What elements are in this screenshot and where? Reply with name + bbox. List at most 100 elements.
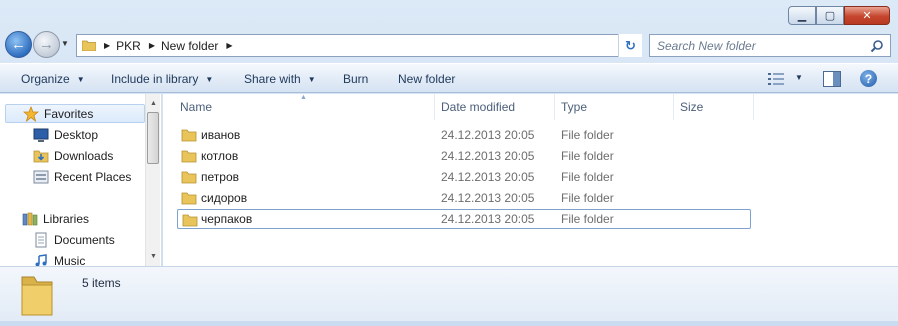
column-divider[interactable]	[434, 94, 435, 120]
nav-item-downloads[interactable]: Downloads	[33, 146, 113, 165]
table-row[interactable]: иванов 24.12.2013 20:05 File folder	[177, 125, 751, 145]
nav-item-desktop[interactable]: Desktop	[33, 125, 98, 144]
include-in-library-label: Include in library	[111, 72, 199, 86]
organize-label: Organize	[21, 72, 70, 86]
refresh-button[interactable]: ↻	[618, 34, 642, 57]
view-options-dropdown[interactable]: ▼	[795, 73, 803, 82]
file-type: File folder	[561, 191, 614, 205]
sort-ascending-icon: ▲	[300, 94, 307, 101]
nav-item-libraries[interactable]: Libraries	[22, 209, 89, 228]
share-with-menu[interactable]: Share with ▼	[244, 72, 316, 86]
explorer-window: ▁ ▢ ✕ ← → ▼ ▶ PKR ▶ New folder ▶ ▼ ↻ O	[0, 0, 898, 326]
file-list: ▲ Name Date modified Type Size иванов 24…	[163, 94, 898, 266]
forward-button[interactable]: →	[33, 31, 60, 58]
nav-label-music: Music	[54, 253, 86, 267]
include-in-library-menu[interactable]: Include in library ▼	[111, 72, 213, 86]
scrollbar-thumb[interactable]	[147, 112, 159, 164]
search-box[interactable]	[649, 34, 891, 57]
scroll-down-icon[interactable]: ▼	[146, 249, 161, 264]
recent-places-icon	[33, 170, 49, 183]
forward-arrow-icon: →	[39, 36, 54, 53]
column-divider[interactable]	[753, 94, 754, 120]
caption-buttons: ▁ ▢ ✕	[788, 6, 890, 25]
chevron-down-icon: ▼	[307, 75, 316, 84]
navigation-pane: Favorites Desktop Downloads Recent Place…	[0, 94, 162, 266]
file-date: 24.12.2013 20:05	[441, 170, 535, 184]
column-header-type[interactable]: Type	[561, 100, 587, 114]
folder-icon	[181, 150, 197, 163]
nav-label-documents: Documents	[54, 232, 115, 247]
search-icon[interactable]	[870, 39, 884, 53]
organize-menu[interactable]: Organize ▼	[21, 72, 85, 86]
file-type: File folder	[561, 128, 614, 142]
file-name: иванов	[201, 128, 241, 142]
column-header-size[interactable]: Size	[680, 100, 703, 114]
chevron-down-icon: ▼	[76, 75, 85, 84]
maximize-icon: ▢	[824, 10, 836, 22]
file-date: 24.12.2013 20:05	[441, 128, 535, 142]
table-row-focused[interactable]: черпаков 24.12.2013 20:05 File folder	[177, 209, 751, 229]
nav-label-favorites: Favorites	[44, 106, 94, 121]
breadcrumb-arrow-icon[interactable]: ▶	[149, 41, 155, 50]
libraries-icon	[22, 212, 38, 225]
nav-label-libraries: Libraries	[43, 211, 90, 226]
chevron-down-icon: ▼	[205, 75, 214, 84]
minimize-icon: ▁	[797, 10, 807, 22]
navigation-bar: ← → ▼ ▶ PKR ▶ New folder ▶ ▼ ↻	[0, 30, 898, 60]
nav-item-documents[interactable]: Documents	[33, 230, 115, 249]
nav-item-favorites[interactable]: Favorites	[5, 104, 145, 123]
desktop-icon	[33, 128, 49, 142]
file-date: 24.12.2013 20:05	[441, 149, 535, 163]
new-folder-button[interactable]: New folder	[398, 72, 455, 86]
item-count: 5 items	[82, 276, 121, 290]
breadcrumb-arrow-icon[interactable]: ▶	[226, 41, 232, 50]
file-name: петров	[201, 170, 239, 184]
preview-pane-icon[interactable]	[823, 71, 841, 87]
file-type: File folder	[561, 212, 614, 226]
breadcrumb-arrow-icon[interactable]: ▶	[104, 41, 110, 50]
folder-icon	[82, 40, 96, 51]
recent-pages-dropdown[interactable]: ▼	[61, 39, 69, 48]
column-header-name[interactable]: Name	[180, 100, 212, 114]
back-button[interactable]: ←	[5, 31, 32, 58]
file-type: File folder	[561, 149, 614, 163]
column-divider[interactable]	[554, 94, 555, 120]
share-with-label: Share with	[244, 72, 301, 86]
file-name: котлов	[201, 149, 239, 163]
navpane-scrollbar[interactable]: ▲ ▼	[145, 94, 160, 266]
table-row[interactable]: петров 24.12.2013 20:05 File folder	[177, 167, 751, 187]
nav-item-music[interactable]: Music	[33, 251, 85, 266]
documents-icon	[35, 232, 47, 247]
change-view-icon[interactable]	[768, 73, 784, 85]
column-header-date-modified[interactable]: Date modified	[441, 100, 515, 114]
folder-icon	[181, 192, 197, 205]
minimize-button[interactable]: ▁	[788, 6, 816, 25]
help-button[interactable]: ?	[860, 70, 877, 87]
close-icon: ✕	[862, 10, 872, 22]
breadcrumb-item[interactable]: New folder	[161, 39, 218, 53]
folder-icon	[181, 171, 197, 184]
file-date: 24.12.2013 20:05	[441, 212, 535, 226]
burn-button[interactable]: Burn	[343, 72, 368, 86]
breadcrumb-item[interactable]: PKR	[116, 39, 141, 53]
nav-item-recent-places[interactable]: Recent Places	[33, 167, 131, 186]
details-pane: 5 items	[0, 266, 898, 321]
scroll-up-icon[interactable]: ▲	[146, 96, 161, 111]
column-divider[interactable]	[673, 94, 674, 120]
file-name: сидоров	[201, 191, 248, 205]
address-bar[interactable]: ▶ PKR ▶ New folder ▶ ▼	[76, 34, 642, 57]
help-icon: ?	[864, 71, 873, 86]
nav-label-recent-places: Recent Places	[54, 169, 132, 184]
nav-label-desktop: Desktop	[54, 127, 99, 142]
file-date: 24.12.2013 20:05	[441, 191, 535, 205]
back-arrow-icon: ←	[11, 36, 26, 53]
folder-icon	[182, 214, 198, 227]
table-row[interactable]: сидоров 24.12.2013 20:05 File folder	[177, 188, 751, 208]
search-input[interactable]	[657, 38, 862, 53]
folder-icon	[21, 276, 53, 316]
close-button[interactable]: ✕	[844, 6, 890, 25]
nav-label-downloads: Downloads	[54, 148, 114, 163]
table-row[interactable]: котлов 24.12.2013 20:05 File folder	[177, 146, 751, 166]
maximize-button[interactable]: ▢	[816, 6, 844, 25]
music-icon	[35, 253, 47, 266]
